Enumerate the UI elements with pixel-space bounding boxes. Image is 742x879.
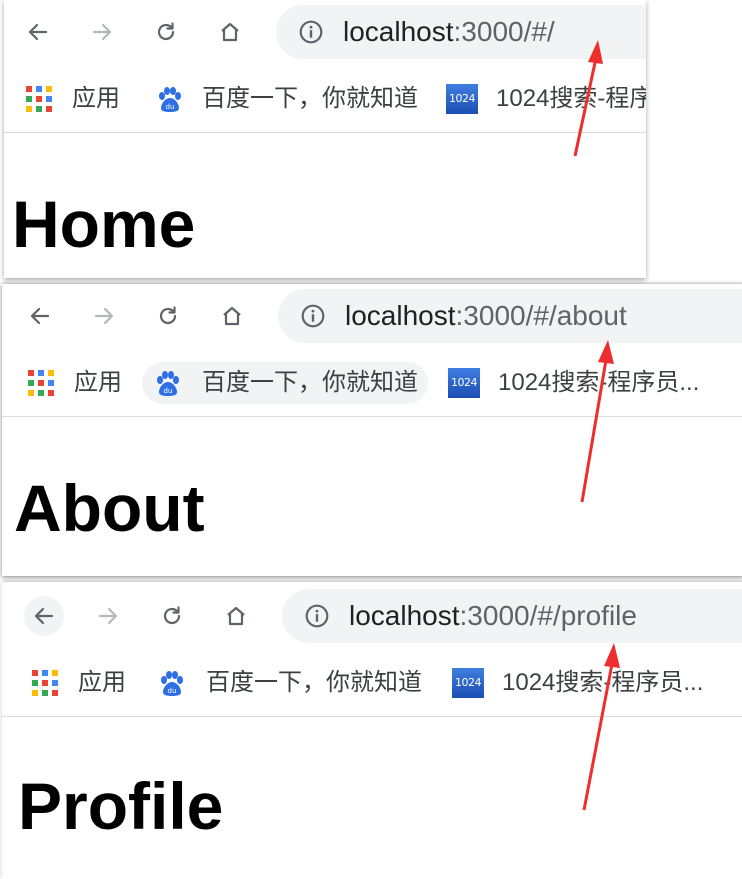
annotation-arrows (573, 40, 620, 811)
annotation-arrow-profile (582, 643, 620, 811)
annotation-arrow-home (573, 40, 603, 157)
annotation-arrow-about (580, 340, 614, 503)
